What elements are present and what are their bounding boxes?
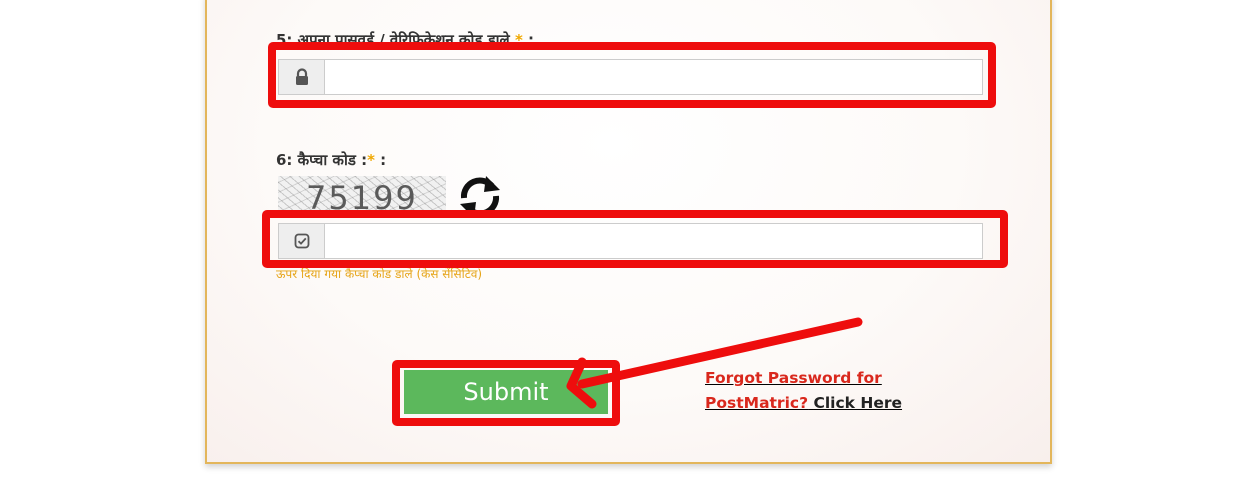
captcha-code: 75199 [306, 179, 418, 214]
check-square-icon [279, 224, 325, 258]
password-input[interactable] [325, 60, 982, 94]
captcha-field-label: 6: कैप्चा कोड :* : [276, 151, 387, 169]
submit-button[interactable]: Submit [404, 370, 608, 414]
refresh-icon [460, 176, 500, 218]
password-input-group [278, 59, 983, 95]
click-here-link[interactable]: Click Here [813, 394, 902, 412]
forgot-password-link[interactable]: Forgot Password for PostMatric? Click He… [705, 366, 905, 416]
captcha-input[interactable] [325, 224, 982, 258]
captcha-hint-text: ऊपर दिया गया कैप्चा कोड डाले (केस सेंसिट… [276, 267, 483, 281]
required-mark: * [514, 31, 523, 49]
required-mark: * [367, 151, 375, 169]
lock-icon [279, 60, 325, 94]
captcha-refresh-button[interactable] [456, 174, 504, 220]
captcha-image: 75199 [278, 176, 446, 214]
captcha-input-group [278, 223, 983, 259]
password-field-label: 5: अपना पासवर्ड / वेरिफिकेशन कोड डाले * … [276, 31, 535, 49]
